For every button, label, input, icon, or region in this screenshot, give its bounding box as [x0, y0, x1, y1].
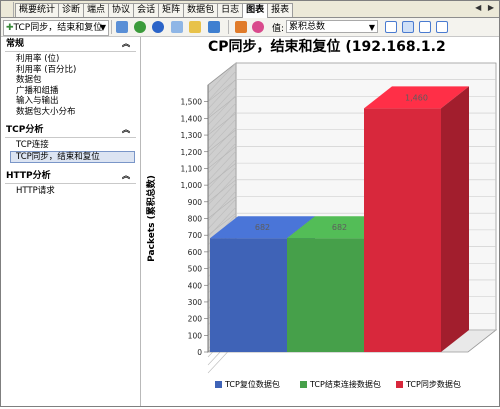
chevron-down-icon: ▼	[99, 23, 106, 32]
y-tick-label: 1,200	[181, 148, 203, 157]
bar-front	[364, 108, 441, 352]
layout-icon[interactable]	[402, 21, 414, 33]
properties-icon[interactable]	[385, 21, 397, 33]
tab-bar: 概要统计 诊断 端点 协议 会话 矩阵 数据包 日志 图表 报表 ◀ ▶	[1, 1, 499, 18]
legend-label: TCP结束连接数据包	[309, 379, 381, 389]
legend-label: TCP复位数据包	[224, 379, 280, 389]
sidebar-item[interactable]: TCP同步，结束和复位	[10, 150, 135, 163]
y-tick-label: 1,000	[181, 181, 203, 190]
sidebar-section-header[interactable]: TCP分析 ︽	[1, 123, 140, 137]
tab-3[interactable]: 协议	[108, 3, 135, 17]
sidebar-item[interactable]: 广播和组播	[1, 86, 140, 97]
bar-data-label: 682	[255, 223, 270, 232]
sidebar-item[interactable]: 输入与输出	[1, 96, 140, 107]
detail-view-icon[interactable]	[436, 21, 448, 33]
chart-title: CP同步，结束和复位 (192.168.1.2	[208, 38, 446, 55]
y-tick-label: 1,500	[181, 98, 203, 107]
sidebar-item[interactable]: TCP连接	[1, 140, 140, 151]
y-tick-label: 900	[188, 198, 203, 207]
tab-scroll-arrows[interactable]: ◀ ▶	[475, 3, 496, 12]
sidebar-section-title: 常规	[6, 39, 25, 49]
tab-4[interactable]: 会话	[133, 3, 160, 17]
report-select-value: TCP同步，结束和复位	[13, 23, 103, 33]
pie-chart-icon[interactable]	[252, 21, 264, 33]
y-tick-label: 400	[188, 281, 203, 290]
bar-chart-icon[interactable]	[235, 21, 247, 33]
sidebar-item[interactable]: 利用率 (位)	[1, 54, 140, 65]
tab-6[interactable]: 数据包	[183, 3, 219, 17]
pause-icon[interactable]	[152, 21, 164, 33]
tab-7[interactable]: 日志	[217, 3, 244, 17]
list-view-icon[interactable]	[419, 21, 431, 33]
y-tick-label: 1,100	[181, 164, 203, 173]
tab-1[interactable]: 诊断	[58, 3, 85, 17]
forward-icon[interactable]	[208, 21, 220, 33]
chevron-down-icon: ▼	[368, 23, 375, 32]
sidebar: 常规 ︽ 利用率 (位) 利用率 (百分比) 数据包 广播和组播 输入与输出 数据包大小分布 T…	[1, 37, 141, 406]
y-tick-label: 1,300	[181, 131, 203, 140]
legend-swatch	[396, 381, 403, 388]
y-tick-label: 1,400	[181, 114, 203, 123]
bar-data-label: 682	[332, 223, 347, 232]
tab-2[interactable]: 端点	[83, 3, 110, 17]
sidebar-item[interactable]: 数据包大小分布	[1, 107, 140, 118]
tab-5[interactable]: 矩阵	[158, 3, 185, 17]
collapse-icon[interactable]: ︽	[122, 169, 130, 183]
sidebar-section-title: TCP分析	[6, 125, 44, 135]
collapse-icon[interactable]: ︽	[122, 37, 130, 51]
legend-swatch	[215, 381, 222, 388]
value-select[interactable]: 累积总数 ▼	[286, 20, 378, 33]
bar-data-label: 1,460	[405, 93, 428, 102]
y-tick-label: 800	[188, 215, 203, 224]
toolbar-separator	[228, 20, 229, 34]
toolbar-separator	[111, 20, 112, 34]
app-window: 概要统计 诊断 端点 协议 会话 矩阵 数据包 日志 图表 报表 ◀ ▶ ✚TCP同步，结束和复位…	[0, 0, 500, 407]
y-tick-label: 200	[188, 315, 203, 324]
tab-8[interactable]: 图表	[242, 3, 269, 18]
y-tick-label: 500	[188, 265, 203, 274]
section-divider	[5, 51, 136, 52]
tab-9[interactable]: 报表	[267, 3, 294, 17]
report-icon: ✚	[6, 23, 14, 33]
value-select-text: 累积总数	[289, 22, 326, 32]
report-select[interactable]: ✚TCP同步，结束和复位 ▼	[3, 20, 109, 36]
sidebar-section-title: HTTP分析	[6, 170, 51, 181]
section-divider	[5, 137, 136, 138]
y-tick-label: 100	[188, 331, 203, 340]
bar-front	[210, 238, 287, 352]
value-label: 值:	[272, 24, 285, 34]
sidebar-item[interactable]: 利用率 (百分比)	[1, 65, 140, 76]
y-axis-label: Packets (累积总数)	[145, 175, 157, 262]
y-tick-label: 600	[188, 248, 203, 257]
legend-label: TCP同步数据包	[405, 379, 461, 389]
sidebar-section-header[interactable]: 常规 ︽	[1, 37, 140, 51]
section-divider	[5, 182, 136, 184]
sidebar-section-header[interactable]: HTTP分析 ︽	[1, 169, 140, 183]
y-tick-label: 0	[197, 348, 202, 357]
sidebar-item[interactable]: HTTP请求	[1, 186, 140, 197]
tab-list: 概要统计 诊断 端点 协议 会话 矩阵 数据包 日志 图表 报表	[15, 3, 294, 18]
toolbar: ✚TCP同步，结束和复位 ▼ 值: 累积总数 ▼	[1, 18, 499, 37]
folder-icon[interactable]	[189, 21, 201, 33]
y-tick-label: 700	[188, 231, 203, 240]
bar-chart: CP同步，结束和复位 (192.168.1.2 0 100 200 300 400 500 6…	[145, 38, 498, 389]
legend-swatch	[300, 381, 307, 388]
collapse-icon[interactable]: ︽	[122, 123, 130, 137]
bar-front	[287, 238, 364, 352]
tab-bar-edge	[1, 2, 14, 17]
refresh-icon[interactable]	[134, 21, 146, 33]
bar-side	[441, 86, 469, 353]
export-icon[interactable]	[116, 21, 128, 33]
tab-0[interactable]: 概要统计	[15, 3, 60, 17]
copy-icon[interactable]	[171, 21, 183, 33]
chart-pane: CP同步，结束和复位 (192.168.1.2 0 100 200 300 400 500 6…	[142, 37, 499, 406]
y-tick-label: 300	[188, 298, 203, 307]
sidebar-item[interactable]: 数据包	[1, 75, 140, 86]
